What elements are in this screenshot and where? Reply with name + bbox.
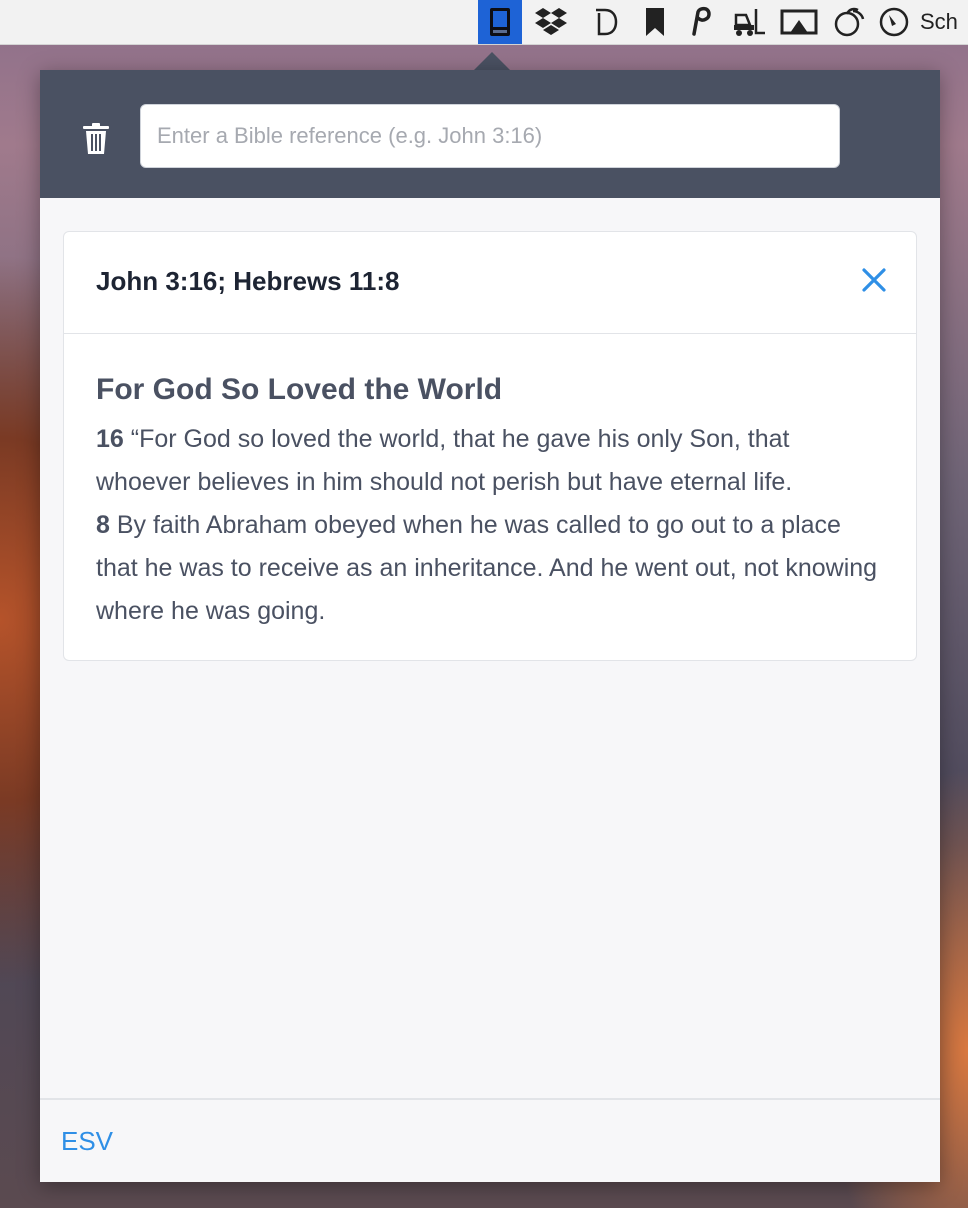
- popover-header: [40, 70, 940, 198]
- forklift-menubar-item[interactable]: [724, 0, 774, 44]
- passage-reference: John 3:16; Hebrews 11:8: [96, 266, 400, 296]
- fruit-menubar-item[interactable]: [824, 0, 874, 44]
- trash-icon[interactable]: [82, 122, 110, 156]
- passage-card: John 3:16; Hebrews 11:8 For God So Loved…: [63, 231, 917, 661]
- dropbox-menubar-item[interactable]: [522, 0, 580, 44]
- bookmark-menubar-item[interactable]: [632, 0, 678, 44]
- dropbox-icon: [534, 6, 568, 38]
- passage-body: For God So Loved the World 16 “For God s…: [64, 334, 916, 633]
- version-link[interactable]: ESV: [61, 1126, 113, 1157]
- d-app-icon: [593, 7, 619, 37]
- bible-icon: [488, 7, 512, 37]
- airplay-icon: [780, 8, 818, 36]
- bible-reference-input[interactable]: [140, 104, 840, 168]
- verse: 8 By faith Abraham obeyed when he was ca…: [96, 504, 884, 633]
- passage-card-header: John 3:16; Hebrews 11:8: [64, 232, 916, 334]
- p-app-icon: [689, 6, 713, 38]
- popover-arrow: [474, 52, 510, 70]
- menu-bar: Sch: [0, 0, 968, 45]
- bible-popover: John 3:16; Hebrews 11:8 For God So Loved…: [40, 70, 940, 1182]
- close-icon[interactable]: [862, 268, 886, 292]
- verse-number: 16: [96, 425, 124, 453]
- fruit-icon: [832, 6, 866, 38]
- verse: 16 “For God so loved the world, that he …: [96, 418, 884, 504]
- forklift-icon: [732, 7, 766, 37]
- p-app-menubar-item[interactable]: [678, 0, 724, 44]
- verse-text: By faith Abraham obeyed when he was call…: [96, 511, 878, 625]
- popover-footer: ESV: [40, 1098, 940, 1182]
- clock-icon: [878, 6, 910, 38]
- airplay-menubar-item[interactable]: [774, 0, 824, 44]
- clock-menubar-item[interactable]: Sch: [874, 0, 968, 44]
- verse-number: 8: [96, 511, 110, 539]
- clock-menubar-text: Sch: [920, 9, 958, 34]
- bible-menubar-item[interactable]: [478, 0, 522, 44]
- bookmark-icon: [644, 7, 666, 37]
- d-app-menubar-item[interactable]: [580, 0, 632, 44]
- passage-heading: For God So Loved the World: [96, 373, 503, 406]
- verse-text: “For God so loved the world, that he gav…: [96, 425, 793, 496]
